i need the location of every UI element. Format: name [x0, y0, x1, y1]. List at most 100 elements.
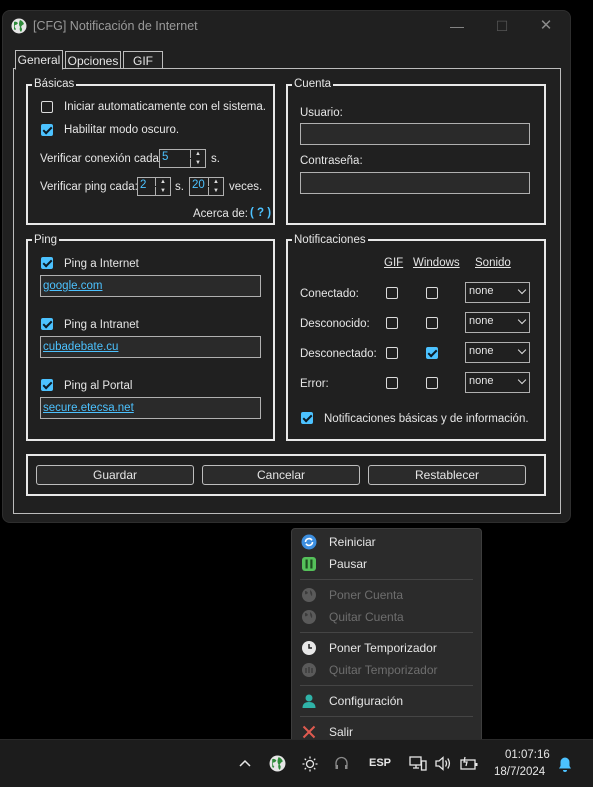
spin-up-icon[interactable]: ▲ — [208, 178, 223, 186]
error-sound-select[interactable]: none — [465, 372, 530, 393]
close-button[interactable]: ✕ — [536, 17, 556, 35]
desconectado-sound-select[interactable]: none — [465, 342, 530, 363]
globe-tray-icon[interactable] — [269, 755, 286, 772]
menu-item-poner-temporizador[interactable]: Poner Temporizador — [292, 637, 481, 659]
maximize-button[interactable]: ☐ — [492, 17, 512, 35]
desconocido-gif-checkbox[interactable] — [386, 317, 398, 329]
chevron-up-icon[interactable] — [238, 757, 252, 771]
ping-portal-checkbox[interactable] — [41, 379, 53, 391]
check-ping-spinner[interactable]: 2 ▲ ▼ — [137, 177, 171, 196]
spin-down-icon[interactable]: ▼ — [208, 187, 223, 195]
menu-label: Quitar Cuenta — [329, 610, 404, 624]
ping-intranet-checkbox[interactable] — [41, 318, 53, 330]
col-windows: Windows — [413, 257, 460, 269]
ping-intranet-input[interactable]: cubadebate.cu — [40, 336, 261, 358]
clock-date[interactable]: 18/7/2024 — [494, 766, 545, 778]
error-gif-checkbox[interactable] — [386, 377, 398, 389]
ping-internet-label: Ping a Internet — [64, 258, 139, 270]
error-sound-value: none — [469, 375, 494, 387]
desconectado-gif-checkbox[interactable] — [386, 347, 398, 359]
conectado-sound-select[interactable]: none — [465, 282, 530, 303]
ping-portal-input[interactable]: secure.etecsa.net — [40, 397, 261, 419]
ping-internet-input[interactable]: google.com — [40, 275, 261, 297]
menu-label: Configuración — [329, 694, 404, 708]
desconectado-sound-value: none — [469, 345, 494, 357]
menu-separator — [300, 579, 473, 580]
check-ping-unit: s. — [175, 181, 184, 193]
spin-down-icon[interactable]: ▼ — [190, 159, 205, 167]
conectado-gif-checkbox[interactable] — [386, 287, 398, 299]
menu-item-pausar[interactable]: Pausar — [292, 553, 481, 575]
battery-charging-icon[interactable] — [460, 756, 478, 771]
desconocido-windows-checkbox[interactable] — [426, 317, 438, 329]
menu-item-quitar-cuenta[interactable]: Quitar Cuenta — [292, 606, 481, 628]
headset-icon[interactable] — [334, 756, 349, 771]
user-icon — [302, 694, 316, 708]
cancel-button[interactable]: Cancelar — [202, 465, 360, 485]
brightness-icon[interactable] — [301, 755, 319, 773]
pause-icon — [302, 557, 316, 571]
ping-count-spinner[interactable]: 20 ▲ ▼ — [189, 177, 224, 196]
chevron-down-icon — [517, 345, 527, 355]
autostart-checkbox[interactable] — [41, 101, 53, 113]
row-conectado-label: Conectado: — [300, 288, 359, 300]
globe-app-icon — [11, 18, 27, 34]
error-windows-checkbox[interactable] — [426, 377, 438, 389]
menu-label: Salir — [329, 725, 354, 739]
ping-intranet-value: cubadebate.cu — [43, 341, 119, 353]
menu-item-quitar-temporizador[interactable]: Quitar Temporizador — [292, 659, 481, 681]
save-button[interactable]: Guardar — [36, 465, 194, 485]
ping-portal-value: secure.etecsa.net — [43, 402, 134, 414]
tab-opciones[interactable]: Opciones — [65, 51, 121, 69]
desconocido-sound-value: none — [469, 315, 494, 327]
title-bar[interactable]: [CFG] Notificación de Internet — ☐ ✕ — [3, 11, 570, 41]
ping-count-unit: veces. — [229, 181, 263, 193]
menu-label: Quitar Temporizador — [329, 663, 438, 677]
tab-general[interactable]: General — [15, 50, 63, 70]
menu-item-reiniciar[interactable]: Reiniciar — [292, 531, 481, 553]
notificaciones-title: Notificaciones — [292, 233, 368, 247]
check-conn-spinner[interactable]: 5 ▲ ▼ — [159, 149, 206, 168]
clock-icon — [302, 641, 316, 655]
spin-up-icon[interactable]: ▲ — [190, 150, 205, 158]
menu-label: Pausar — [329, 557, 368, 571]
menu-item-configuracion[interactable]: Configuración — [292, 690, 481, 712]
close-icon — [302, 725, 316, 739]
clock-time[interactable]: 01:07:16 — [505, 749, 550, 761]
taskbar: ESP 01:07:16 18/7/2024 — [0, 739, 593, 787]
cuenta-title: Cuenta — [292, 77, 334, 91]
user-input[interactable] — [300, 123, 530, 145]
minimize-button[interactable]: — — [447, 17, 467, 35]
basicas-title: Básicas — [32, 77, 77, 91]
desconocido-sound-select[interactable]: none — [465, 312, 530, 333]
spin-up-icon[interactable]: ▲ — [155, 178, 170, 186]
password-input[interactable] — [300, 172, 530, 194]
tab-gif[interactable]: GIF — [123, 51, 163, 69]
volume-icon[interactable] — [434, 755, 452, 772]
basic-notif-checkbox[interactable] — [301, 412, 313, 424]
notification-bell-icon[interactable] — [557, 756, 573, 773]
ping-portal-label: Ping al Portal — [64, 380, 133, 392]
menu-item-poner-cuenta[interactable]: Poner Cuenta — [292, 584, 481, 606]
user-label: Usuario: — [300, 107, 343, 119]
row-desconocido-label: Desconocido: — [300, 318, 370, 330]
conectado-windows-checkbox[interactable] — [426, 287, 438, 299]
chevron-down-icon — [517, 285, 527, 295]
menu-label: Poner Temporizador — [329, 641, 437, 655]
desconectado-windows-checkbox[interactable] — [426, 347, 438, 359]
about-link[interactable]: ( ? ) — [250, 206, 271, 220]
conectado-sound-value: none — [469, 285, 494, 297]
darkmode-checkbox[interactable] — [41, 124, 53, 136]
spin-down-icon[interactable]: ▼ — [155, 187, 170, 195]
network-icon[interactable] — [409, 755, 427, 772]
ping-intranet-label: Ping a Intranet — [64, 319, 139, 331]
check-ping-label: Verificar ping cada: — [40, 181, 138, 193]
language-indicator[interactable]: ESP — [369, 757, 391, 769]
row-error-label: Error: — [300, 378, 329, 390]
ping-internet-checkbox[interactable] — [41, 257, 53, 269]
check-conn-value: 5 — [162, 151, 169, 163]
check-conn-unit: s. — [211, 153, 220, 165]
menu-separator — [300, 685, 473, 686]
notificaciones-group — [286, 239, 546, 441]
reset-button[interactable]: Restablecer — [368, 465, 526, 485]
